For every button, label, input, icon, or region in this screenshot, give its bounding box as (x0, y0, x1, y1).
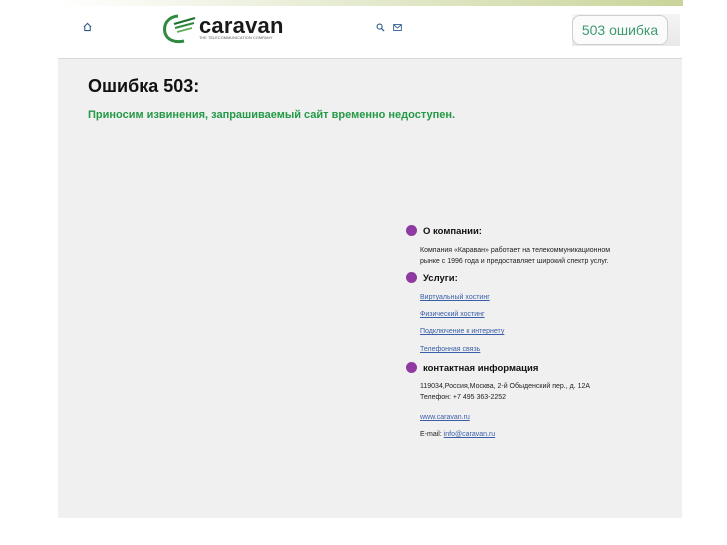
error-message: Приносим извинения, запрашиваемый сайт в… (88, 109, 456, 121)
bullet-icon (406, 272, 417, 283)
logo-tagline: THE TELECOMMUNICATION COMPANY (199, 36, 273, 40)
contact-email-line: E-mail: info@caravan.ru (420, 430, 495, 440)
main-content-area (58, 59, 682, 518)
section-title-services: Услуги: (423, 273, 458, 284)
section-title-about: О компании: (423, 226, 482, 237)
service-link-virtual-hosting[interactable]: Виртуальный хостинг (420, 293, 490, 303)
about-text-line2: рынке с 1996 года и предоставляет широки… (420, 258, 609, 265)
service-link-physical-hosting[interactable]: Физический хостинг (420, 310, 485, 320)
service-link-internet[interactable]: Подключение к интернету (420, 327, 504, 337)
mail-icon[interactable] (393, 24, 402, 31)
bullet-icon (406, 362, 417, 373)
page-title: Ошибка 503: (88, 76, 200, 96)
logo-wordmark: caravan (199, 13, 284, 38)
error-badge-area: 503 ошибка (572, 14, 680, 46)
caravan-logo[interactable]: caravan THE TELECOMMUNICATION COMPANY (162, 14, 286, 44)
contact-address: 119034,Россия,Москва, 2-й Обыденский пер… (420, 383, 591, 390)
search-icon[interactable] (376, 23, 385, 32)
section-title-contacts: контактная информация (423, 363, 539, 374)
about-text-line1: Компания «Караван» работает на телекомму… (420, 247, 611, 254)
home-icon[interactable] (83, 22, 92, 32)
email-label: E-mail: (420, 431, 442, 438)
error-badge: 503 ошибка (572, 15, 668, 45)
logo-swoosh-icon (163, 14, 196, 44)
service-link-telephony[interactable]: Телефонная связь (420, 345, 480, 355)
contact-phone: Телефон: +7 495 363-2252 (420, 394, 507, 401)
bullet-icon (406, 225, 417, 236)
email-link[interactable]: info@caravan.ru (444, 431, 495, 438)
website-link[interactable]: www.caravan.ru (420, 413, 470, 423)
